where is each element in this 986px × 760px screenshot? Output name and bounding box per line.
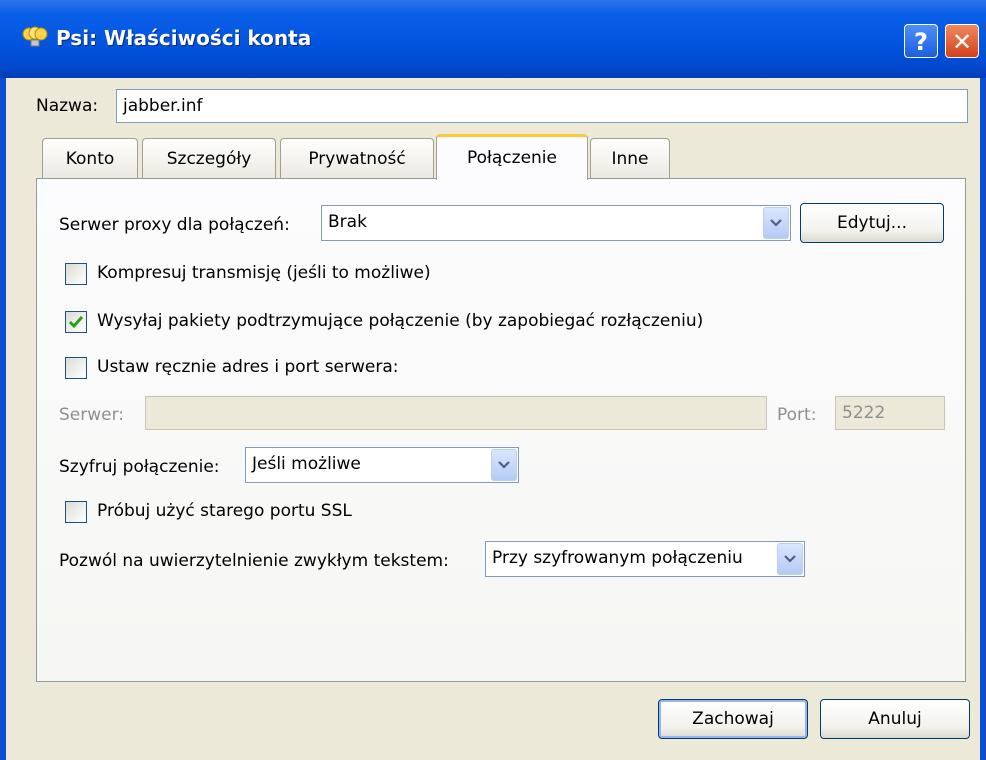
chevron-down-icon[interactable] (763, 207, 789, 239)
legacy-ssl-label[interactable]: Próbuj użyć starego portu SSL (97, 501, 352, 521)
save-button[interactable]: Zachowaj (658, 699, 808, 739)
server-input[interactable] (145, 396, 767, 430)
checkmark-icon (68, 316, 84, 329)
tab-inne[interactable]: Inne (590, 138, 670, 178)
encrypt-select-value: Jeśli możliwe (252, 454, 361, 474)
compress-checkbox[interactable] (65, 263, 87, 285)
compress-label[interactable]: Kompresuj transmisję (jeśli to możliwe) (97, 263, 431, 283)
title-bar[interactable]: Psi: Właściwości konta ? ✕ (0, 0, 986, 78)
manual-host-checkbox[interactable] (65, 357, 87, 379)
window-frame-right (980, 78, 986, 760)
plaintext-auth-select[interactable]: Przy szyfrowanym połączeniu (485, 541, 805, 577)
help-button[interactable]: ? (904, 24, 938, 58)
keepalive-label[interactable]: Wysyłaj pakiety podtrzymujące połączenie… (97, 311, 703, 331)
proxy-select[interactable]: Brak (321, 205, 791, 241)
proxy-select-value: Brak (328, 212, 367, 232)
chevron-down-icon[interactable] (777, 543, 803, 575)
tab-polaczenie[interactable]: Połączenie (436, 134, 588, 180)
tab-konto[interactable]: Konto (42, 138, 138, 178)
encrypt-select[interactable]: Jeśli możliwe (245, 447, 519, 483)
server-label: Serwer: (59, 405, 125, 425)
window-frame-left (0, 78, 6, 760)
encrypt-label: Szyfruj połączenie: (59, 457, 220, 477)
port-input[interactable]: 5222 (835, 396, 945, 430)
keepalive-checkbox[interactable] (65, 311, 87, 333)
tab-szczegoly[interactable]: Szczegóły (142, 138, 276, 178)
chevron-down-icon[interactable] (491, 449, 517, 481)
proxy-label: Serwer proxy dla połączeń: (59, 215, 290, 235)
account-name-label: Nazwa: (36, 96, 99, 116)
window-title: Psi: Właściwości konta (56, 26, 312, 50)
connection-tab-panel: Serwer proxy dla połączeń: Brak Edytuj..… (36, 178, 966, 682)
psi-lightbulb-icon (22, 26, 48, 47)
legacy-ssl-checkbox[interactable] (65, 501, 87, 523)
account-name-input[interactable]: jabber.inf (116, 89, 968, 123)
tab-prywatnosc[interactable]: Prywatność (280, 138, 434, 178)
close-button[interactable]: ✕ (945, 24, 979, 58)
plaintext-auth-label: Pozwól na uwierzytelnienie zwykłym tekst… (59, 551, 449, 571)
cancel-button[interactable]: Anuluj (820, 699, 970, 739)
manual-host-label[interactable]: Ustaw ręcznie adres i port serwera: (97, 357, 399, 377)
edit-proxy-button[interactable]: Edytuj... (800, 203, 944, 243)
account-properties-dialog: Psi: Właściwości konta ? ✕ Nazwa: jabber… (0, 0, 986, 760)
port-label: Port: (777, 405, 817, 425)
plaintext-auth-select-value: Przy szyfrowanym połączeniu (492, 548, 743, 568)
